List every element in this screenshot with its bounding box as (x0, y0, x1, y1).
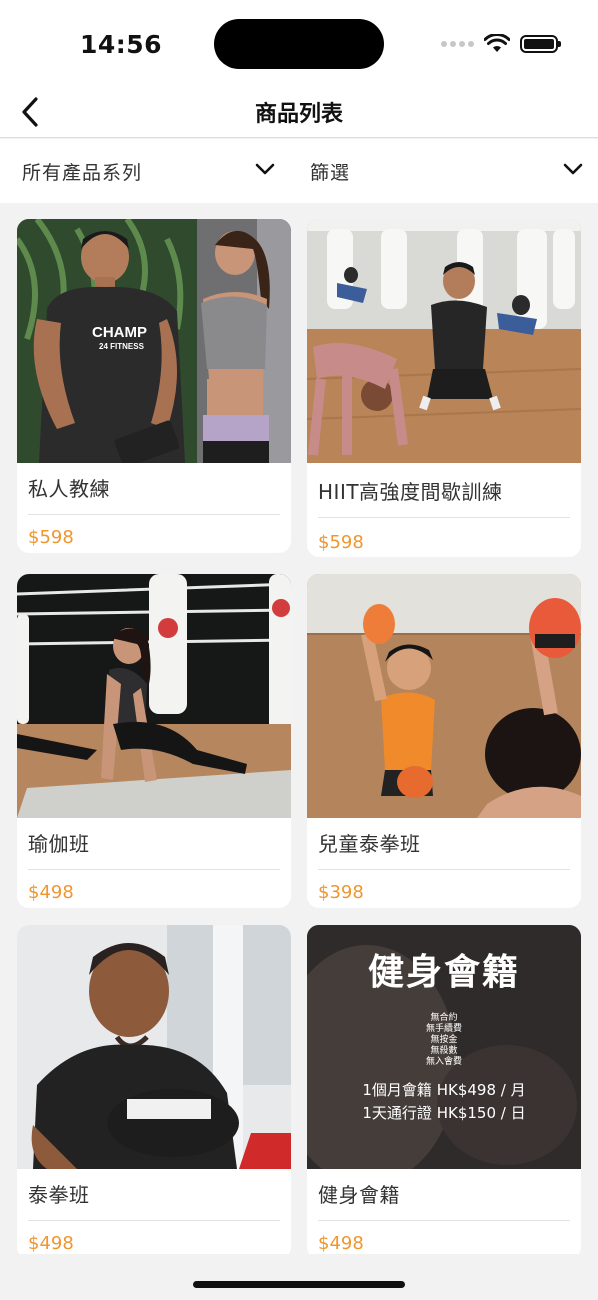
product-image (307, 219, 581, 463)
product-card[interactable]: 瑜伽班 $498 (17, 574, 291, 908)
status-bar: 14:56 (0, 0, 598, 86)
product-price: $498 (318, 1233, 364, 1254)
product-card[interactable]: 泰拳班 $498 (17, 925, 291, 1259)
home-indicator[interactable] (193, 1281, 405, 1288)
chevron-down-icon (563, 163, 583, 175)
product-image: CHAMP 24 FITNESS (17, 219, 291, 463)
product-card[interactable]: HIIT高強度間歇訓練 $598 (307, 219, 581, 557)
product-card[interactable]: CHAMP 24 FITNESS 私人教練 $598 (17, 219, 291, 553)
product-name: 私人教練 (28, 473, 280, 515)
membership-feature: 無按金 (430, 1035, 458, 1045)
series-dropdown[interactable]: 所有產品系列 (22, 139, 276, 203)
product-price: $398 (318, 882, 364, 903)
filter-bar: 所有產品系列 篩選 (0, 139, 598, 203)
product-image: 健身會籍 無合約 無手續費 無按金 無殺數 無入會費 1個月會籍 HK$498 … (307, 925, 581, 1169)
product-name: 健身會籍 (318, 1179, 570, 1221)
product-price: $498 (28, 1233, 74, 1254)
membership-feature: 無合約 (430, 1013, 458, 1023)
filter-dropdown[interactable]: 篩選 (310, 139, 584, 203)
product-image (307, 574, 581, 818)
product-image (17, 925, 291, 1169)
membership-feature: 無入會費 (425, 1057, 462, 1067)
product-name: 兒童泰拳班 (318, 828, 570, 870)
membership-feature: 無手續費 (425, 1024, 462, 1034)
product-name: 瑜伽班 (28, 828, 280, 870)
series-dropdown-label: 所有產品系列 (22, 161, 143, 184)
product-price: $598 (318, 532, 364, 553)
dynamic-island (214, 19, 384, 69)
wifi-icon (484, 34, 510, 52)
product-card[interactable]: 健身會籍 無合約 無手續費 無按金 無殺數 無入會費 1個月會籍 HK$498 … (307, 925, 581, 1259)
status-time: 14:56 (80, 30, 163, 59)
status-icons (441, 30, 561, 58)
nav-bar: 商品列表 (0, 86, 598, 138)
filter-dropdown-label: 篩選 (310, 161, 351, 184)
product-price: $498 (28, 882, 74, 903)
product-price: $598 (28, 527, 74, 548)
shirt-logo-subtext: 24 FITNESS (99, 342, 145, 351)
membership-features: 無合約 無手續費 無按金 無殺數 無入會費 (307, 1013, 581, 1068)
membership-feature: 無殺數 (430, 1046, 458, 1056)
membership-banner-title: 健身會籍 (367, 952, 520, 993)
chevron-down-icon (255, 163, 275, 175)
product-name: HIIT高強度間歇訓練 (318, 473, 570, 518)
product-image (17, 574, 291, 818)
page-title: 商品列表 (254, 102, 343, 127)
shirt-logo-text: CHAMP (92, 324, 147, 341)
membership-daypass-price: 1天通行證 HK$150 / 日 (362, 1104, 526, 1122)
bottom-safe-area (0, 1254, 598, 1300)
cellular-signal-icon (441, 41, 474, 47)
membership-monthly-price: 1個月會籍 HK$498 / 月 (362, 1081, 526, 1099)
product-name: 泰拳班 (28, 1179, 280, 1221)
battery-icon (520, 35, 561, 53)
product-card[interactable]: 兒童泰拳班 $398 (307, 574, 581, 908)
